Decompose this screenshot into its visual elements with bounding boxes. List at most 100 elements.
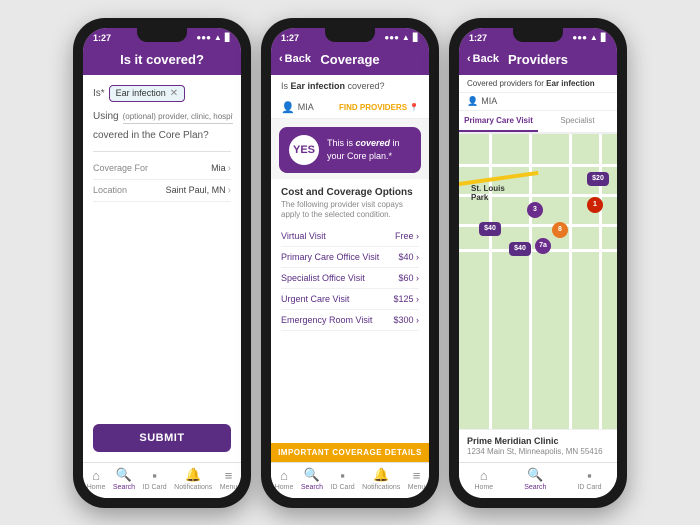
- coverage-for-label: Coverage For: [93, 163, 148, 173]
- submit-button[interactable]: SUBMIT: [93, 424, 231, 452]
- coverage-query: Is Ear infection covered?: [271, 75, 429, 97]
- nav-search-1[interactable]: 🔍 Search: [113, 467, 135, 491]
- cost-row-primary[interactable]: Primary Care Office Visit $40 ›: [281, 247, 419, 268]
- coverage-for-chevron: ›: [228, 163, 231, 174]
- status-bar-2: 1:27 ●●● ▲ ▊: [271, 28, 429, 46]
- map-pin-red-1[interactable]: 1: [587, 197, 603, 213]
- nav-notifications-1[interactable]: 🔔 Notifications: [174, 467, 212, 491]
- map-pin-dollar-2[interactable]: $40: [479, 222, 501, 236]
- important-banner[interactable]: IMPORTANT COVERAGE DETAILS: [271, 443, 429, 462]
- header-title-2: Coverage: [320, 52, 379, 67]
- phone-1-screen: 1:27 ●●● ▲ ▊ Is it covered? Is*: [83, 28, 241, 498]
- cost-row-er-label: Emergency Room Visit: [281, 315, 372, 325]
- location-row[interactable]: Location Saint Paul, MN ›: [93, 180, 231, 202]
- app-header-3: ‹ Back Providers: [459, 46, 617, 75]
- cost-row-urgent-label: Urgent Care Visit: [281, 294, 349, 304]
- nav-notifications-2[interactable]: 🔔 Notifications: [362, 467, 400, 491]
- phone-3: 1:27 ●●● ▲ ▊ ‹ Back Providers Covere: [449, 18, 627, 508]
- home-icon-3: ⌂: [480, 468, 488, 483]
- time-1: 1:27: [93, 33, 111, 43]
- is-row: Is* Ear infection ✕: [93, 85, 231, 102]
- using-input[interactable]: [123, 110, 233, 124]
- nav-search-3[interactable]: 🔍 Search: [524, 467, 546, 491]
- provider-card[interactable]: Prime Meridian Clinic 1234 Main St, Minn…: [459, 429, 617, 462]
- nav-idcard-3[interactable]: ▪ ID Card: [577, 468, 601, 491]
- screen1-content: Is* Ear infection ✕ Using covered in the…: [83, 75, 241, 462]
- divider-1: [93, 151, 231, 152]
- provider-addr: 1234 Main St, Minneapolis, MN 55416: [467, 447, 609, 456]
- yes-text: This is covered in your Core plan.*: [327, 137, 411, 162]
- nav-menu-2[interactable]: ≡ Menu: [408, 468, 426, 491]
- cost-row-virtual-value: Free ›: [395, 231, 419, 241]
- battery-icon-1: ▊: [225, 33, 231, 42]
- coverage-for-value: Mia ›: [211, 163, 231, 174]
- nav-search-label-3: Search: [524, 484, 546, 491]
- covered-question: covered in the Core Plan?: [93, 130, 231, 141]
- prov-user-name: MIA: [481, 96, 497, 106]
- user-row-2: 👤 MIA FIND PROVIDERS 📍: [271, 97, 429, 119]
- search-icon-3: 🔍: [527, 467, 543, 483]
- location-label: Location: [93, 185, 127, 195]
- bottom-nav-3: ⌂ Home 🔍 Search ▪ ID Card: [459, 462, 617, 498]
- nav-home-3[interactable]: ⌂ Home: [475, 468, 494, 491]
- cost-row-specialist[interactable]: Specialist Office Visit $60 ›: [281, 268, 419, 289]
- map-pin-dollar-1[interactable]: $20: [587, 172, 609, 186]
- cost-row-urgent[interactable]: Urgent Care Visit $125 ›: [281, 289, 419, 310]
- nav-search-2[interactable]: 🔍 Search: [301, 467, 323, 491]
- idcard-icon-2: ▪: [340, 468, 345, 483]
- app-header-2: ‹ Back Coverage: [271, 46, 429, 75]
- prov-ear-bold: Ear infection: [546, 79, 594, 88]
- back-button-2[interactable]: ‹ Back: [279, 53, 311, 65]
- map-background: St. LouisPark $20 $40 $40 3 8 1 7a: [459, 134, 617, 429]
- user-icon-2: 👤: [281, 101, 295, 114]
- nav-menu-label-2: Menu: [408, 484, 426, 491]
- nav-idcard-label-2: ID Card: [331, 484, 355, 491]
- cost-row-er-value: $300 ›: [393, 315, 419, 325]
- wifi-icon-1: ▲: [214, 33, 222, 42]
- search-icon-1: 🔍: [116, 467, 132, 483]
- back-chevron-3: ‹: [467, 53, 471, 65]
- cost-row-er[interactable]: Emergency Room Visit $300 ›: [281, 310, 419, 331]
- map-pin-orange-1[interactable]: 8: [552, 222, 568, 238]
- tab-specialist-label: Specialist: [560, 116, 594, 125]
- remove-ear-infection-icon[interactable]: ✕: [170, 88, 178, 99]
- coverage-content: Is Ear infection covered? 👤 MIA FIND PRO…: [271, 75, 429, 462]
- prov-user-icon: 👤: [467, 96, 478, 107]
- coverage-for-row[interactable]: Coverage For Mia ›: [93, 158, 231, 180]
- back-button-3[interactable]: ‹ Back: [467, 53, 499, 65]
- nav-home-1[interactable]: ⌂ Home: [87, 468, 106, 491]
- using-label: Using: [93, 111, 119, 122]
- signal-icon-3: ●●●: [572, 33, 587, 42]
- map-pin-purple-1[interactable]: 3: [527, 202, 543, 218]
- cost-row-primary-value: $40 ›: [398, 252, 419, 262]
- bottom-nav-1: ⌂ Home 🔍 Search ▪ ID Card 🔔 Notification…: [83, 462, 241, 498]
- home-icon-1: ⌂: [92, 468, 100, 483]
- phone-2: 1:27 ●●● ▲ ▊ ‹ Back Coverage Is Ear: [261, 18, 439, 508]
- battery-icon-3: ▊: [601, 33, 607, 42]
- location-chevron: ›: [228, 185, 231, 196]
- find-providers-btn[interactable]: FIND PROVIDERS 📍: [339, 103, 419, 112]
- cost-row-virtual[interactable]: Virtual Visit Free ›: [281, 226, 419, 247]
- header-title-3: Providers: [508, 52, 568, 67]
- road-h1: [459, 164, 617, 167]
- nav-home-2[interactable]: ⌂ Home: [275, 468, 294, 491]
- nav-idcard-2[interactable]: ▪ ID Card: [331, 468, 355, 491]
- using-row: Using: [93, 110, 231, 124]
- prov-user-row: 👤 MIA: [459, 93, 617, 111]
- provider-name: Prime Meridian Clinic: [467, 436, 609, 446]
- nav-notifications-label-2: Notifications: [362, 484, 400, 491]
- ear-infection-tag[interactable]: Ear infection ✕: [109, 85, 185, 102]
- nav-menu-1[interactable]: ≡ Menu: [220, 468, 238, 491]
- back-label-2: Back: [285, 53, 311, 65]
- tab-primary-care[interactable]: Primary Care Visit: [459, 111, 538, 132]
- covered-text: covered: [356, 138, 391, 148]
- tab-specialist[interactable]: Specialist: [538, 111, 617, 132]
- ear-infection-text: Ear infection: [116, 88, 166, 98]
- map-pin-dollar-3[interactable]: $40: [509, 242, 531, 256]
- back-chevron-2: ‹: [279, 53, 283, 65]
- user-name-2: MIA: [298, 102, 314, 112]
- status-icons-3: ●●● ▲ ▊: [572, 33, 607, 42]
- map-pin-purple-2[interactable]: 7a: [535, 238, 551, 254]
- wifi-icon-3: ▲: [590, 33, 598, 42]
- nav-idcard-1[interactable]: ▪ ID Card: [143, 468, 167, 491]
